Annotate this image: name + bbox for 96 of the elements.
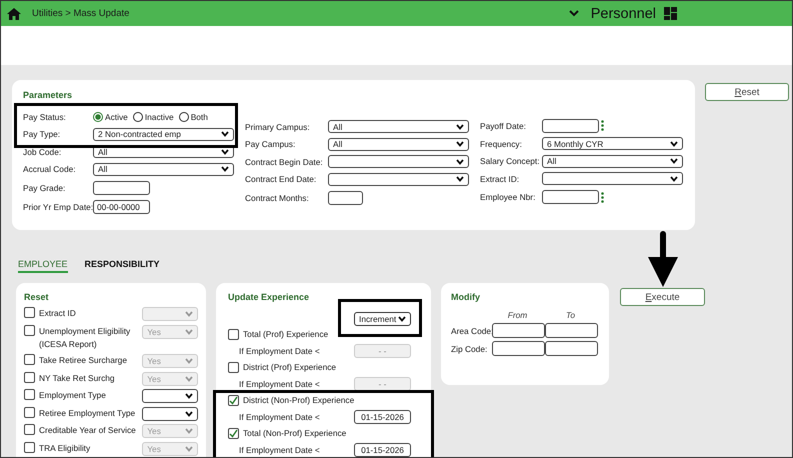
input-field[interactable] [492, 341, 545, 356]
field-label: Salary Concept: [480, 156, 541, 166]
input-field[interactable] [545, 341, 598, 356]
chevron-down-icon [221, 166, 229, 172]
grid-icon[interactable] [664, 7, 677, 20]
checkbox-label[interactable]: Retiree Employment Type [39, 406, 142, 420]
field-label: Pay Campus: [245, 139, 296, 150]
field-label: Pay Status: [23, 112, 67, 122]
radio-label[interactable]: Active [105, 112, 128, 122]
field-label: Prior Yr Emp Date: [23, 202, 93, 212]
home-icon[interactable] [7, 8, 21, 20]
field-label: If Employment Date < [239, 444, 321, 454]
field-label: Zip Code: [451, 344, 488, 354]
input-field[interactable] [492, 323, 545, 338]
tab[interactable]: RESPONSIBILITY [84, 259, 160, 273]
chevron-down-icon [185, 376, 193, 382]
field-label: Contract Begin Date: [245, 156, 324, 167]
field-label: Extract ID: [480, 174, 520, 184]
chevron-down-icon [456, 124, 464, 130]
field-label: Area Code: [451, 326, 492, 336]
dropdown[interactable]: 6 Monthly CYR [542, 137, 683, 150]
down-arrow [648, 231, 678, 287]
column-header: To [564, 310, 576, 320]
dropdown[interactable]: 2 Non-contracted emp [93, 128, 234, 141]
dropdown[interactable] [542, 172, 683, 186]
chevron-down-icon [456, 176, 464, 182]
field-label: Frequency: [480, 138, 523, 149]
chevron-down-icon [670, 158, 678, 164]
checkbox[interactable] [228, 394, 239, 406]
tab[interactable]: EMPLOYEE [18, 259, 68, 273]
chevron-down-icon [185, 358, 193, 364]
chevron-down-icon [185, 311, 193, 317]
radio-label[interactable]: Both [190, 112, 208, 122]
field-label: Contract Months: [245, 192, 310, 202]
section-title: Parameters [23, 90, 74, 100]
checkbox[interactable] [24, 389, 35, 400]
field-label: Payoff Date: [480, 120, 527, 130]
dropdown[interactable] [142, 389, 198, 403]
chevron-down-icon [185, 446, 193, 452]
input-field[interactable] [93, 180, 150, 194]
chevron-down-icon [185, 410, 193, 416]
chevron-down-icon [456, 141, 464, 148]
field-label: If Employment Date < [239, 412, 321, 422]
field-label: If Employment Date < [239, 378, 321, 388]
field-label: Accrual Code: [23, 164, 77, 174]
chevron-down-icon [398, 316, 406, 322]
dropdown[interactable]: All [542, 154, 683, 168]
dropdown[interactable]: All [328, 120, 469, 134]
chevron-down-icon [221, 148, 229, 155]
date-field[interactable]: 01-15-2026 [354, 410, 411, 424]
field-label: If Employment Date < [239, 346, 321, 356]
radio-button[interactable] [178, 112, 189, 122]
field-label: Pay Grade: [23, 182, 66, 192]
field-label: Primary Campus: [245, 122, 311, 132]
dropdown[interactable] [328, 155, 469, 168]
execute-button[interactable]: Execute [620, 288, 705, 306]
more-icon[interactable] [601, 120, 604, 131]
column-header: From [506, 310, 528, 320]
dropdown[interactable]: Increment [354, 312, 411, 326]
input-field[interactable] [542, 190, 599, 204]
chevron-down-icon [185, 428, 193, 434]
chevron-down-icon [670, 176, 678, 182]
field-label: Employee Nbr: [480, 192, 536, 202]
radio-button[interactable] [93, 112, 103, 122]
chevron-down-icon [221, 131, 229, 138]
section-title: Update Experience [228, 292, 310, 302]
date-field[interactable]: 01-15-2026 [354, 442, 411, 456]
checkbox-label[interactable]: Employment Type [39, 389, 142, 402]
dropdown[interactable] [328, 172, 469, 186]
input-field[interactable] [328, 190, 363, 204]
checkbox[interactable] [228, 428, 239, 438]
chevron-down-icon[interactable] [568, 10, 579, 17]
checkbox-label[interactable]: District (Non-Prof) Experience [243, 395, 354, 405]
breadcrumb: Utilities > Mass Update [32, 8, 130, 19]
chevron-down-icon [185, 393, 193, 399]
chevron-down-icon [185, 328, 193, 334]
radio-label[interactable]: Inactive [144, 112, 174, 122]
field-label: Contract End Date: [245, 174, 318, 184]
input-field[interactable]: 00-00-0000 [93, 200, 150, 214]
module-title: Personnel [590, 6, 656, 22]
section-title: Modify [451, 292, 481, 302]
section-title: Reset [24, 292, 50, 302]
checkbox[interactable] [24, 406, 35, 418]
dropdown[interactable] [142, 406, 198, 420]
more-icon[interactable] [601, 192, 604, 202]
reset-button[interactable]: Reset [705, 83, 789, 101]
input-field[interactable] [542, 118, 599, 132]
field-label: Job Code: [23, 146, 62, 157]
radio-button[interactable] [132, 112, 143, 122]
chevron-down-icon [456, 158, 464, 165]
dropdown[interactable]: All [328, 138, 469, 151]
checkbox-label[interactable]: Total (Non-Prof) Experience [243, 428, 346, 438]
input-field[interactable] [545, 323, 598, 338]
chevron-down-icon [670, 140, 678, 147]
field-label: Pay Type: [23, 129, 62, 140]
dropdown[interactable]: All [93, 162, 234, 176]
